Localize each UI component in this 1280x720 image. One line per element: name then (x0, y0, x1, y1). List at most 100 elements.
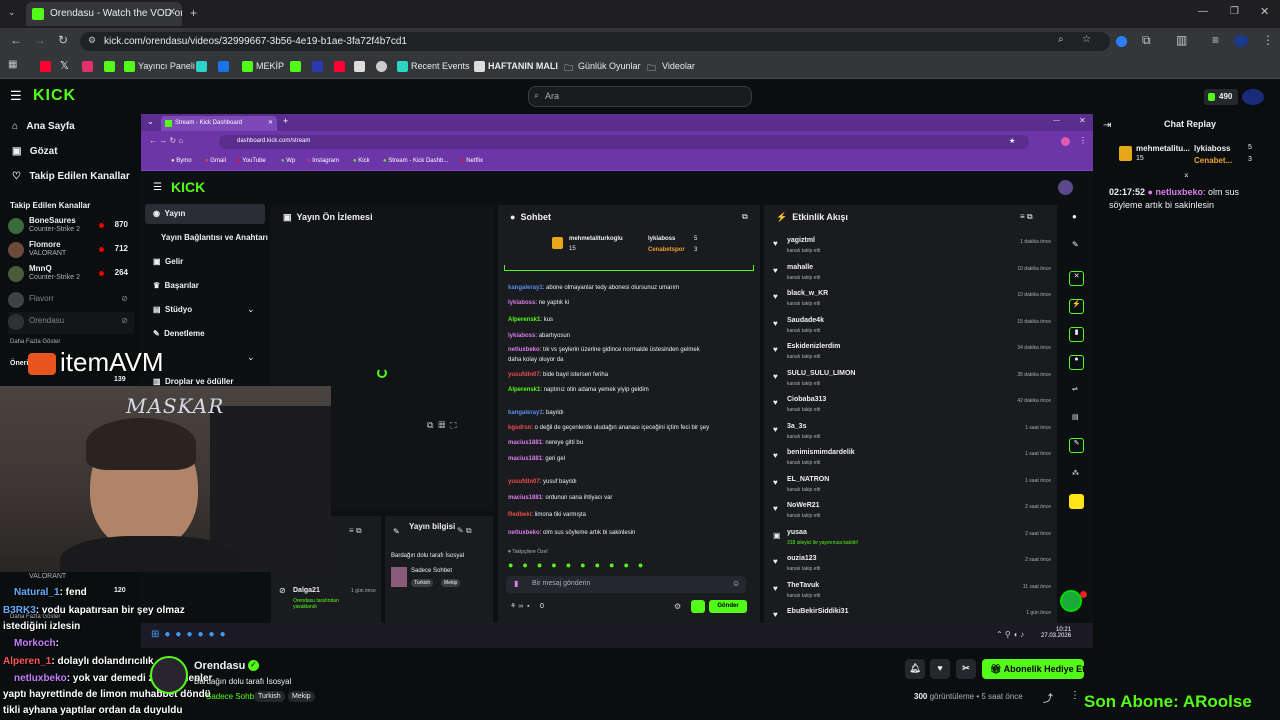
followed-section-title: Takip Edilen Kanallar (10, 201, 91, 210)
dash-nav-stream-key: Yayın Bağlantısı ve Anahtarı (161, 233, 268, 242)
tool-button-icon: ● (1069, 355, 1084, 370)
browse-icon: ▣ (12, 146, 22, 157)
nav-home[interactable]: ⌂ Ana Sayfa (12, 121, 75, 132)
bookmark-star-icon[interactable]: ☆ (1082, 34, 1091, 45)
extension-icon[interactable] (1116, 36, 1127, 47)
collapse-chat-icon[interactable]: ⇥ (1103, 120, 1111, 131)
show-more-link[interactable]: Daha Fazla Göster (10, 339, 60, 345)
home-icon: ⌂ (12, 121, 19, 132)
bookmark-blue-icon[interactable] (312, 61, 323, 72)
event-user: yusaa (787, 528, 807, 536)
replay-gifter-name[interactable]: mehmetalitu... (1136, 144, 1190, 153)
youtube-2-icon[interactable] (334, 61, 345, 72)
coin-count: 490 (1219, 92, 1233, 101)
new-tab-icon[interactable]: + (190, 6, 197, 20)
x-icon[interactable]: 𝕏 (60, 59, 69, 72)
stream-category-link[interactable]: Sadece Sohbet (206, 692, 261, 701)
chat-username: lykiaboss (508, 300, 536, 306)
minimize-icon[interactable]: — (1198, 6, 1208, 17)
rec-viewer-count-2: 120 (114, 587, 126, 594)
hamburger-menu-icon[interactable]: ☰ (10, 88, 22, 104)
event-desc: kanalı takip etti (787, 354, 821, 360)
channel-item[interactable]: BoneSaures Counter-Strike 2 870 (8, 216, 134, 238)
coin-balance[interactable]: 490 (1204, 89, 1238, 105)
emote-row: ●●●●●●●●●● (508, 560, 653, 570)
more-options-icon[interactable]: ⋮ (1070, 690, 1080, 701)
clip-icon[interactable]: ✂ (956, 659, 976, 679)
bookmark-haftanin-mali[interactable]: HAFTANIN MALI (488, 61, 558, 71)
activity-event: ♥ 3a_3s kanalı takip etti 1 saat önce (773, 423, 1053, 449)
replay-gifter-name[interactable]: Cenabet... (1194, 156, 1232, 165)
extensions-puzzle-icon[interactable]: ⧉ (1142, 33, 1151, 48)
event-desc: 318 izleyici ile yayınınıza katıldı! (787, 539, 859, 546)
bookmark-mekip[interactable]: MEKİP (256, 61, 284, 71)
youtube-icon[interactable] (40, 61, 51, 72)
restore-icon[interactable]: ❐ (1230, 6, 1239, 17)
bookmark-app-icon[interactable] (196, 61, 207, 72)
bookmark-recent-events[interactable]: Recent Events (411, 61, 470, 71)
share-icon[interactable]: ⤴ (1043, 690, 1053, 705)
mod-time: 1 gün önce (351, 588, 376, 594)
sidepanel-icon[interactable]: ▥ (1176, 33, 1187, 47)
pencil-icon: ✎ (1072, 240, 1079, 249)
browser-tab[interactable]: Orendasu - Watch the VOD on ✕ (26, 2, 182, 26)
close-window-icon[interactable]: ✕ (1260, 5, 1269, 18)
profile-icon[interactable] (1234, 35, 1248, 47)
close-tab-icon[interactable]: ✕ (168, 7, 176, 18)
nav-following[interactable]: ♡ Takip Edilen Kanallar (12, 171, 130, 182)
bookmark-monitor-icon[interactable] (354, 61, 365, 72)
inner-bookmark: ● Gmail (205, 158, 226, 164)
nav-browse[interactable]: ▣ Gözat (12, 146, 58, 157)
apps-grid-icon[interactable]: ▦ (8, 59, 17, 70)
event-user: ouzia123 (787, 555, 817, 562)
instagram-icon[interactable] (82, 61, 93, 72)
user-avatar[interactable] (1242, 89, 1264, 105)
nav-home-label: Ana Sayfa (26, 121, 75, 132)
forward-icon[interactable]: → (34, 33, 46, 47)
bookmark-gunluk-oyunlar[interactable]: Günlük Oyunlar (578, 61, 641, 71)
chat-username: lykiaboss (508, 333, 536, 339)
menu-dots-icon[interactable]: ⋮ (1262, 33, 1274, 47)
pin-toggle-icon[interactable]: ⌅ (1183, 170, 1190, 179)
bookmark-globe-icon[interactable] (376, 61, 387, 72)
replay-gifter-name[interactable]: lykiaboss (1194, 144, 1230, 153)
gift-icon: 🎁︎ (990, 664, 1002, 674)
event-user: benimismimdardelik (787, 449, 855, 456)
event-time: 42 dakika önce (1017, 398, 1051, 404)
kick-bookmark-icon[interactable] (104, 61, 115, 72)
overlay-chat-line: Morkoch: (14, 638, 59, 649)
tag-chip[interactable]: Turkish (254, 691, 285, 702)
channel-item[interactable]: Orendasu ⊘ (8, 312, 134, 334)
replay-user[interactable]: netluxbeko (1156, 187, 1204, 197)
dash-nav-yayin: ◉ Yayın (153, 209, 186, 218)
zoom-icon[interactable]: ⌕ (1058, 34, 1064, 45)
channel-item[interactable]: Flavorr ⊘ (8, 290, 134, 312)
media-icon[interactable]: ≡ (1212, 33, 1219, 47)
follow-heart-icon[interactable]: ♥ (930, 659, 950, 679)
search-input[interactable]: ⌕ Ara (528, 86, 752, 107)
channel-item[interactable]: Flomore VALORANT 712 (8, 240, 134, 262)
gift-sub-button[interactable]: 🎁︎ Abonelik Hediye Et (982, 659, 1085, 679)
url-field[interactable]: ⚙ kick.com/orendasu/videos/32999667-3b56… (80, 32, 1110, 51)
channel-name[interactable]: Orendasu (194, 660, 245, 672)
dash-chat-message: Redbeki: limona tiki varmışta (508, 512, 586, 518)
event-time: 1 dakika önce (1020, 239, 1051, 245)
bookmark-play-icon[interactable] (218, 61, 229, 72)
event-time: 15 dakika önce (1017, 318, 1051, 325)
kick-icon[interactable] (290, 61, 301, 72)
reload-icon[interactable]: ↻ (58, 33, 68, 47)
bookmark-videolar[interactable]: Videolar (662, 61, 695, 71)
tag-chip[interactable]: Mekip (288, 691, 315, 702)
notification-bell-icon[interactable]: 🔔︎ (905, 659, 925, 679)
channel-item[interactable]: MnnQ Counter-Strike 2 264 (8, 264, 134, 286)
kick-logo[interactable]: KICK (33, 87, 76, 105)
bookmark-yayinci-paneli[interactable]: Yayıncı Paneli (138, 61, 195, 71)
inner-bookmark: ● Wp (281, 158, 296, 164)
tool-button-icon: ▮ (1069, 327, 1084, 342)
tab-search-icon[interactable]: ⌄ (8, 7, 16, 18)
channel-avatar[interactable] (150, 656, 188, 694)
back-icon[interactable]: ← (10, 33, 22, 47)
site-info-icon[interactable]: ⚙ (88, 35, 96, 46)
dash-chat-input: ▮ Bir mesaj gönderin ☺ (506, 576, 746, 593)
inner-back-icon: ← → ↻ ⌂ (149, 136, 184, 145)
